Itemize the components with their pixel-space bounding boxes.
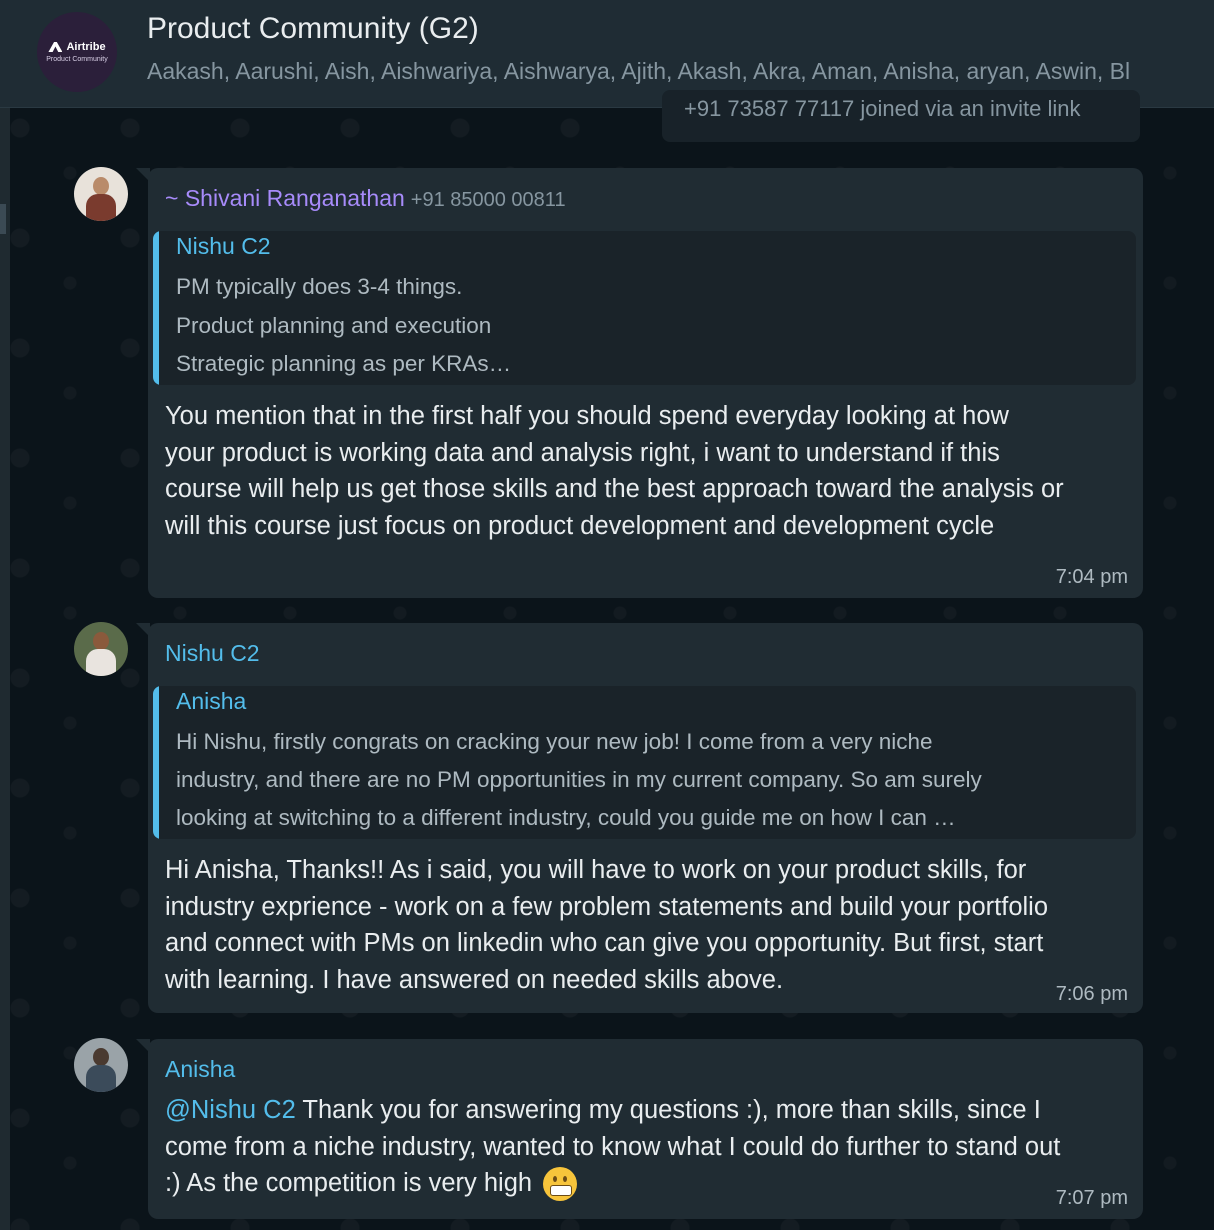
sender-name-text: ~ Shivani Ranganathan — [165, 185, 405, 211]
quoted-line: Hi Nishu, firstly congrats on cracking y… — [176, 729, 933, 754]
message-line: @Nishu C2 Thank you for answering my que… — [165, 1092, 1140, 1129]
quote-bar — [153, 686, 159, 839]
sender-avatar[interactable] — [74, 622, 128, 676]
quoted-line: PM typically does 3-4 things. — [176, 274, 463, 299]
message-timestamp: 7:04 pm — [1055, 566, 1128, 588]
message-line: will this course just focus on product d… — [165, 511, 995, 540]
avatar-head — [93, 1048, 109, 1066]
message-line: course will help us get those skills and… — [165, 475, 1064, 503]
group-members-list[interactable]: Aakash, Aarushi, Aish, Aishwariya, Aishw… — [147, 58, 1214, 85]
quote-bar — [153, 231, 159, 385]
message-line: :) As the competition is very high — [165, 1165, 1140, 1202]
avatar-body — [86, 649, 116, 676]
message-text: @Nishu C2 Thank you for answering my que… — [165, 1092, 1140, 1202]
sender-name[interactable]: ~ Shivani Ranganathan +91 85000 00811 — [165, 185, 566, 212]
group-avatar[interactable]: Airtribe Product Community — [37, 12, 117, 92]
message-bubble[interactable]: Anisha @Nishu C2 Thank you for answering… — [136, 1039, 1143, 1219]
sender-name[interactable]: Anisha — [165, 1056, 235, 1083]
sender-phone: +91 85000 00811 — [410, 189, 566, 211]
quoted-author: Anisha — [176, 688, 247, 714]
message-line: come from a niche industry, wanted to kn… — [165, 1132, 1061, 1161]
sender-avatar[interactable] — [74, 1038, 128, 1092]
quoted-line: industry, and there are no PM opportunit… — [176, 767, 982, 792]
message-line: You mention that in the first half you s… — [165, 402, 1009, 430]
airtribe-logo: Airtribe — [48, 41, 106, 53]
quoted-author: Nishu C2 — [176, 233, 271, 259]
message-timestamp: 7:07 pm — [1055, 1187, 1128, 1209]
message-text: Hi Anisha, Thanks!! As i said, you will … — [165, 852, 1140, 998]
system-message-text: +91 73587 77117 joined via an invite lin… — [684, 96, 1081, 121]
message-line: industry exprience - work on a few probl… — [165, 892, 1049, 921]
message-bubble[interactable]: ~ Shivani Ranganathan +91 85000 00811 Nis… — [136, 168, 1143, 598]
quoted-line: Product planning and execution — [176, 313, 492, 338]
quoted-line: Strategic planning as per KRAs… — [176, 351, 512, 376]
airtribe-logo-icon — [48, 42, 63, 52]
mention-link[interactable]: @Nishu C2 — [165, 1096, 296, 1124]
message-text: You mention that in the first half you s… — [165, 398, 1140, 544]
avatar-body — [86, 1065, 116, 1092]
message-timestamp: 7:06 pm — [1055, 983, 1128, 1005]
avatar-head — [93, 632, 109, 650]
sender-name[interactable]: Nishu C2 — [165, 640, 260, 667]
quoted-message[interactable]: Nishu C2 PM typically does 3-4 things. P… — [153, 231, 1136, 385]
system-message: +91 73587 77117 joined via an invite lin… — [662, 90, 1140, 142]
message-line: Hi Anisha, Thanks!! As i said, you will … — [165, 856, 1027, 884]
scrollbar-thumb[interactable] — [0, 204, 6, 234]
avatar-tagline: Product Community — [46, 56, 108, 63]
message-line-text: :) As the competition is very high — [165, 1169, 533, 1197]
group-title[interactable]: Product Community (G2) — [147, 12, 479, 46]
grimacing-face-icon — [543, 1167, 578, 1202]
quoted-line: looking at switching to a different indu… — [176, 805, 956, 830]
avatar-body — [86, 194, 116, 221]
chat-list-edge — [0, 108, 10, 1230]
message-bubble[interactable]: Nishu C2 Anisha Hi Nishu, firstly congra… — [136, 623, 1143, 1013]
avatar-brand: Airtribe — [66, 41, 106, 53]
message-line-rest: Thank you for answering my questions :),… — [295, 1096, 1041, 1124]
message-line: with learning. I have answered on needed… — [165, 965, 784, 994]
quoted-message[interactable]: Anisha Hi Nishu, firstly congrats on cra… — [153, 686, 1136, 839]
emoji-teeth — [550, 1185, 573, 1197]
message-line: your product is working data and analysi… — [165, 438, 1000, 467]
sender-avatar[interactable] — [74, 167, 128, 221]
avatar-head — [93, 177, 109, 195]
message-line: and connect with PMs on linkedin who can… — [165, 929, 1044, 957]
